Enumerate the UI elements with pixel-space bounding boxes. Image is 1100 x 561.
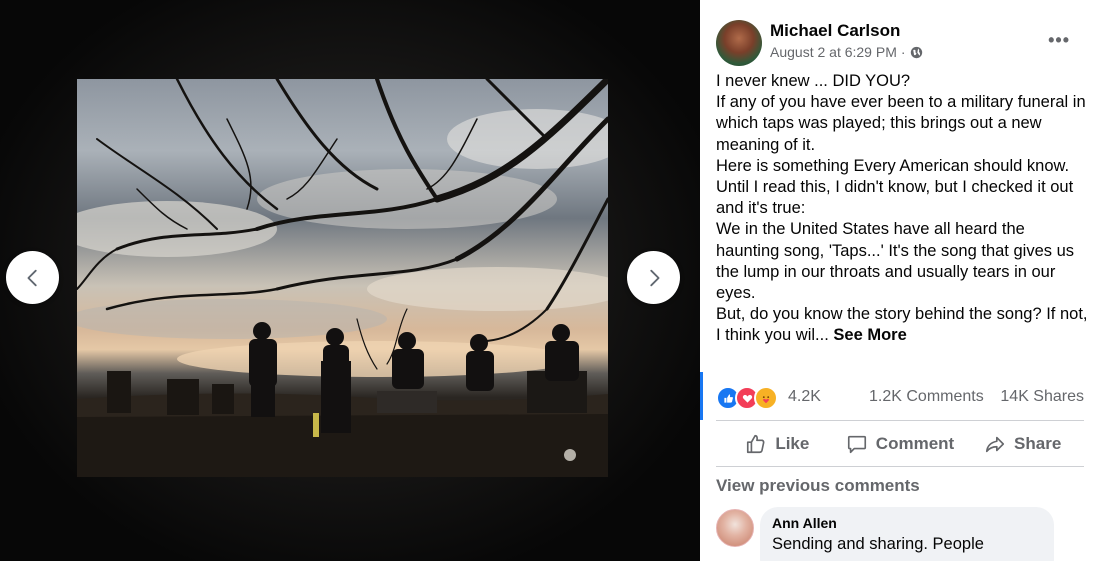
commenter-avatar[interactable]	[716, 509, 754, 547]
comments-count[interactable]: 1.2K Comments	[869, 388, 984, 406]
comment-icon	[847, 435, 866, 454]
chevron-left-icon	[26, 269, 37, 286]
post-actions: Like Comment Share	[716, 422, 1084, 466]
comment-text: Sending and sharing. People	[772, 535, 984, 553]
post-header: Michael Carlson August 2 at 6:29 PM · ••…	[716, 18, 1088, 68]
post-text-line: I never knew ... DID YOU?	[716, 72, 911, 90]
meta-separator: ·	[900, 44, 906, 60]
comment-label: Comment	[875, 434, 955, 453]
thumbs-up-icon	[747, 434, 765, 454]
post-body: I never knew ... DID YOU? If any of you …	[716, 71, 1091, 347]
post-stats: 4.2K 1.2K Comments 14K Shares	[700, 372, 1084, 420]
shares-count[interactable]: 14K Shares	[1000, 388, 1084, 406]
comment-author[interactable]: Ann Allen	[772, 515, 1042, 531]
post-text-line: We in the United States have all heard t…	[716, 220, 1075, 303]
share-label: Share	[1014, 434, 1062, 453]
author-name[interactable]: Michael Carlson	[770, 21, 900, 41]
share-icon	[985, 436, 1005, 453]
author-avatar[interactable]	[716, 20, 762, 66]
like-label: Like	[775, 434, 810, 453]
comment-item: Ann Allen Sending and sharing. People	[716, 507, 1084, 561]
post-photo[interactable]	[77, 79, 608, 477]
see-more-link[interactable]: See More	[833, 326, 906, 344]
divider	[716, 420, 1084, 421]
care-reaction-icon	[754, 386, 778, 410]
previous-photo-button[interactable]	[6, 251, 59, 304]
share-button[interactable]: Share	[961, 422, 1084, 466]
view-previous-comments-link[interactable]: View previous comments	[716, 476, 920, 496]
post-text-line: If any of you have ever been to a milita…	[716, 93, 1086, 154]
more-options-icon[interactable]: •••	[1048, 30, 1070, 51]
globe-icon	[910, 46, 922, 58]
like-button[interactable]: Like	[716, 422, 839, 466]
next-photo-button[interactable]	[627, 251, 680, 304]
post-text-last-line: But, do you know the story behind the so…	[716, 304, 1091, 346]
post-meta: August 2 at 6:29 PM ·	[770, 44, 923, 60]
comment-bubble: Ann Allen Sending and sharing. People	[760, 507, 1054, 561]
post-text-line: Here is something Every American should …	[716, 156, 1074, 218]
post-panel: Michael Carlson August 2 at 6:29 PM · ••…	[700, 0, 1100, 561]
post-date[interactable]: August 2 at 6:29 PM	[770, 44, 897, 60]
reaction-count[interactable]: 4.2K	[788, 388, 821, 406]
divider	[716, 466, 1084, 467]
focus-accent-bar	[700, 372, 703, 420]
chevron-right-icon	[649, 269, 659, 286]
photo-viewer	[0, 0, 700, 561]
cemetery-silhouette-image	[77, 79, 608, 477]
reaction-icons[interactable]	[716, 386, 778, 410]
comment-button[interactable]: Comment	[839, 422, 962, 466]
